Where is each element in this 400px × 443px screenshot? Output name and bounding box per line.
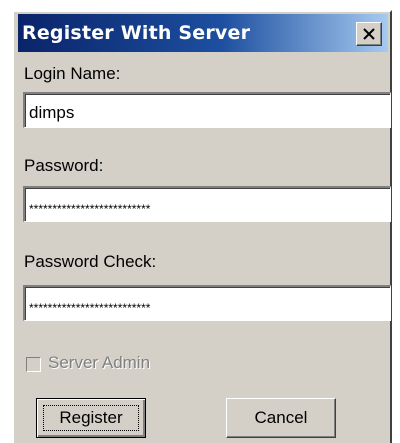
register-button-label: Register bbox=[59, 408, 123, 427]
password-label: Password: bbox=[24, 156, 104, 175]
title-bar: Register With Server bbox=[18, 14, 388, 52]
register-button[interactable]: Register bbox=[36, 398, 146, 438]
login-name-label: Login Name: bbox=[24, 64, 121, 83]
register-dialog: Register With Server Login Name: Passwor… bbox=[12, 10, 392, 443]
close-icon bbox=[363, 28, 375, 40]
password-field[interactable] bbox=[23, 186, 391, 222]
password-check-label: Password Check: bbox=[24, 252, 157, 271]
password-check-field[interactable] bbox=[23, 285, 391, 321]
server-admin-checkbox[interactable] bbox=[26, 357, 41, 372]
close-button[interactable] bbox=[356, 22, 382, 46]
server-admin-label: Server Admin bbox=[48, 353, 151, 372]
cancel-button-label: Cancel bbox=[254, 408, 308, 427]
login-name-field[interactable] bbox=[23, 92, 391, 128]
window-title: Register With Server bbox=[22, 22, 251, 44]
cancel-button[interactable]: Cancel bbox=[226, 398, 336, 438]
